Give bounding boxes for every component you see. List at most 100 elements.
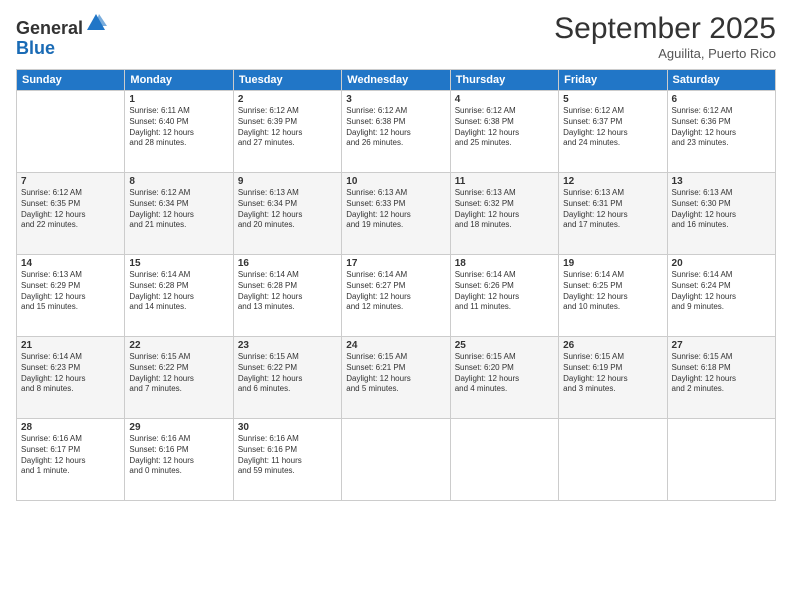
day-number: 29 <box>129 422 228 433</box>
calendar-cell: 7Sunrise: 6:12 AM Sunset: 6:35 PM Daylig… <box>17 173 125 255</box>
calendar-cell: 13Sunrise: 6:13 AM Sunset: 6:30 PM Dayli… <box>667 173 775 255</box>
day-info: Sunrise: 6:14 AM Sunset: 6:27 PM Dayligh… <box>346 270 445 313</box>
calendar-cell: 17Sunrise: 6:14 AM Sunset: 6:27 PM Dayli… <box>342 255 450 337</box>
calendar-cell: 2Sunrise: 6:12 AM Sunset: 6:39 PM Daylig… <box>233 91 341 173</box>
day-number: 21 <box>21 340 120 351</box>
weekday-header-thursday: Thursday <box>450 70 558 91</box>
day-info: Sunrise: 6:13 AM Sunset: 6:31 PM Dayligh… <box>563 188 662 231</box>
day-number: 12 <box>563 176 662 187</box>
day-info: Sunrise: 6:13 AM Sunset: 6:32 PM Dayligh… <box>455 188 554 231</box>
day-info: Sunrise: 6:12 AM Sunset: 6:35 PM Dayligh… <box>21 188 120 231</box>
logo-blue-text: Blue <box>16 38 55 58</box>
calendar-cell: 21Sunrise: 6:14 AM Sunset: 6:23 PM Dayli… <box>17 337 125 419</box>
location: Aguilita, Puerto Rico <box>554 46 776 61</box>
day-info: Sunrise: 6:12 AM Sunset: 6:39 PM Dayligh… <box>238 106 337 149</box>
calendar-cell: 22Sunrise: 6:15 AM Sunset: 6:22 PM Dayli… <box>125 337 233 419</box>
calendar-cell: 29Sunrise: 6:16 AM Sunset: 6:16 PM Dayli… <box>125 419 233 501</box>
day-info: Sunrise: 6:16 AM Sunset: 6:16 PM Dayligh… <box>129 434 228 477</box>
day-number: 28 <box>21 422 120 433</box>
day-number: 2 <box>238 94 337 105</box>
calendar: SundayMondayTuesdayWednesdayThursdayFrid… <box>16 69 776 501</box>
day-info: Sunrise: 6:11 AM Sunset: 6:40 PM Dayligh… <box>129 106 228 149</box>
day-number: 27 <box>672 340 771 351</box>
calendar-cell: 6Sunrise: 6:12 AM Sunset: 6:36 PM Daylig… <box>667 91 775 173</box>
day-info: Sunrise: 6:16 AM Sunset: 6:16 PM Dayligh… <box>238 434 337 477</box>
calendar-cell: 12Sunrise: 6:13 AM Sunset: 6:31 PM Dayli… <box>559 173 667 255</box>
day-number: 10 <box>346 176 445 187</box>
calendar-cell: 10Sunrise: 6:13 AM Sunset: 6:33 PM Dayli… <box>342 173 450 255</box>
day-info: Sunrise: 6:12 AM Sunset: 6:38 PM Dayligh… <box>455 106 554 149</box>
calendar-cell: 5Sunrise: 6:12 AM Sunset: 6:37 PM Daylig… <box>559 91 667 173</box>
day-info: Sunrise: 6:14 AM Sunset: 6:28 PM Dayligh… <box>129 270 228 313</box>
day-number: 25 <box>455 340 554 351</box>
day-number: 24 <box>346 340 445 351</box>
calendar-cell: 1Sunrise: 6:11 AM Sunset: 6:40 PM Daylig… <box>125 91 233 173</box>
day-number: 30 <box>238 422 337 433</box>
calendar-cell: 20Sunrise: 6:14 AM Sunset: 6:24 PM Dayli… <box>667 255 775 337</box>
day-number: 1 <box>129 94 228 105</box>
day-info: Sunrise: 6:12 AM Sunset: 6:36 PM Dayligh… <box>672 106 771 149</box>
day-info: Sunrise: 6:15 AM Sunset: 6:18 PM Dayligh… <box>672 352 771 395</box>
calendar-cell: 25Sunrise: 6:15 AM Sunset: 6:20 PM Dayli… <box>450 337 558 419</box>
calendar-cell: 23Sunrise: 6:15 AM Sunset: 6:22 PM Dayli… <box>233 337 341 419</box>
calendar-cell: 24Sunrise: 6:15 AM Sunset: 6:21 PM Dayli… <box>342 337 450 419</box>
day-info: Sunrise: 6:15 AM Sunset: 6:19 PM Dayligh… <box>563 352 662 395</box>
month-title: September 2025 <box>554 12 776 46</box>
day-info: Sunrise: 6:13 AM Sunset: 6:34 PM Dayligh… <box>238 188 337 231</box>
day-number: 9 <box>238 176 337 187</box>
logo-icon <box>85 12 107 34</box>
day-info: Sunrise: 6:13 AM Sunset: 6:30 PM Dayligh… <box>672 188 771 231</box>
day-number: 15 <box>129 258 228 269</box>
day-number: 5 <box>563 94 662 105</box>
day-number: 20 <box>672 258 771 269</box>
day-info: Sunrise: 6:14 AM Sunset: 6:23 PM Dayligh… <box>21 352 120 395</box>
calendar-cell: 19Sunrise: 6:14 AM Sunset: 6:25 PM Dayli… <box>559 255 667 337</box>
day-info: Sunrise: 6:15 AM Sunset: 6:20 PM Dayligh… <box>455 352 554 395</box>
day-info: Sunrise: 6:13 AM Sunset: 6:29 PM Dayligh… <box>21 270 120 313</box>
day-number: 7 <box>21 176 120 187</box>
day-info: Sunrise: 6:15 AM Sunset: 6:22 PM Dayligh… <box>238 352 337 395</box>
day-info: Sunrise: 6:12 AM Sunset: 6:38 PM Dayligh… <box>346 106 445 149</box>
calendar-cell <box>559 419 667 501</box>
calendar-cell: 9Sunrise: 6:13 AM Sunset: 6:34 PM Daylig… <box>233 173 341 255</box>
day-number: 26 <box>563 340 662 351</box>
day-number: 16 <box>238 258 337 269</box>
calendar-cell: 26Sunrise: 6:15 AM Sunset: 6:19 PM Dayli… <box>559 337 667 419</box>
day-info: Sunrise: 6:15 AM Sunset: 6:21 PM Dayligh… <box>346 352 445 395</box>
calendar-cell: 3Sunrise: 6:12 AM Sunset: 6:38 PM Daylig… <box>342 91 450 173</box>
day-number: 23 <box>238 340 337 351</box>
day-number: 3 <box>346 94 445 105</box>
calendar-cell <box>17 91 125 173</box>
calendar-cell <box>450 419 558 501</box>
day-number: 17 <box>346 258 445 269</box>
calendar-cell: 28Sunrise: 6:16 AM Sunset: 6:17 PM Dayli… <box>17 419 125 501</box>
day-info: Sunrise: 6:15 AM Sunset: 6:22 PM Dayligh… <box>129 352 228 395</box>
day-number: 6 <box>672 94 771 105</box>
calendar-cell: 27Sunrise: 6:15 AM Sunset: 6:18 PM Dayli… <box>667 337 775 419</box>
weekday-header-saturday: Saturday <box>667 70 775 91</box>
calendar-cell: 4Sunrise: 6:12 AM Sunset: 6:38 PM Daylig… <box>450 91 558 173</box>
calendar-cell: 14Sunrise: 6:13 AM Sunset: 6:29 PM Dayli… <box>17 255 125 337</box>
day-info: Sunrise: 6:12 AM Sunset: 6:37 PM Dayligh… <box>563 106 662 149</box>
calendar-cell: 15Sunrise: 6:14 AM Sunset: 6:28 PM Dayli… <box>125 255 233 337</box>
day-number: 22 <box>129 340 228 351</box>
day-number: 11 <box>455 176 554 187</box>
day-number: 14 <box>21 258 120 269</box>
header: General Blue September 2025 Aguilita, Pu… <box>16 12 776 61</box>
day-info: Sunrise: 6:14 AM Sunset: 6:24 PM Dayligh… <box>672 270 771 313</box>
weekday-header-tuesday: Tuesday <box>233 70 341 91</box>
day-number: 19 <box>563 258 662 269</box>
calendar-cell <box>342 419 450 501</box>
weekday-header-monday: Monday <box>125 70 233 91</box>
title-block: September 2025 Aguilita, Puerto Rico <box>554 12 776 61</box>
day-number: 18 <box>455 258 554 269</box>
day-number: 13 <box>672 176 771 187</box>
calendar-cell: 11Sunrise: 6:13 AM Sunset: 6:32 PM Dayli… <box>450 173 558 255</box>
day-number: 8 <box>129 176 228 187</box>
day-info: Sunrise: 6:14 AM Sunset: 6:26 PM Dayligh… <box>455 270 554 313</box>
calendar-cell <box>667 419 775 501</box>
calendar-cell: 30Sunrise: 6:16 AM Sunset: 6:16 PM Dayli… <box>233 419 341 501</box>
day-number: 4 <box>455 94 554 105</box>
day-info: Sunrise: 6:12 AM Sunset: 6:34 PM Dayligh… <box>129 188 228 231</box>
day-info: Sunrise: 6:14 AM Sunset: 6:28 PM Dayligh… <box>238 270 337 313</box>
